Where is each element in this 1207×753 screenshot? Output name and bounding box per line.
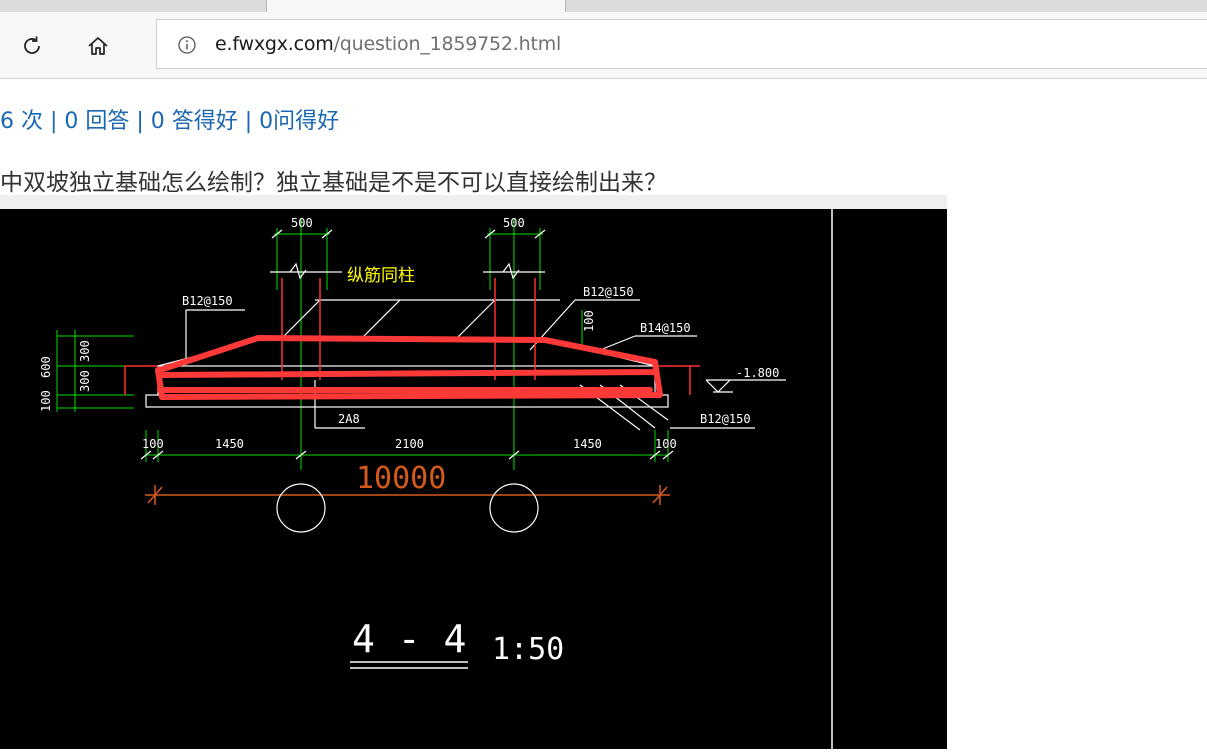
elevation-label: -1.800 [736, 366, 779, 380]
dim-100-left: 100 [142, 437, 164, 451]
dim-100-height: 100 [582, 310, 596, 332]
dim-100-base: 100 [39, 390, 53, 412]
rebar-note: 纵筋同柱 [347, 266, 415, 286]
cad-drawing: 500 500 B12@150 B12@150 B14@150 B12@150 … [0, 209, 947, 749]
question-image: 500 500 B12@150 B12@150 B14@150 B12@150 … [0, 195, 947, 749]
active-tab[interactable] [266, 0, 566, 12]
home-icon [88, 37, 108, 55]
refresh-icon [24, 36, 40, 54]
dim-100-right: 100 [655, 437, 677, 451]
url-text[interactable]: e.fwxgx.com/question_1859752.html [215, 33, 561, 55]
total-dimension: 10000 [356, 461, 446, 496]
highlight-stroke [155, 335, 663, 400]
drawing-labels: 500 500 B12@150 B12@150 B14@150 B12@150 … [39, 216, 779, 451]
dim-2100: 2100 [395, 437, 424, 451]
url-host: e.fwxgx.com [215, 33, 334, 55]
dim-500-right: 500 [503, 216, 525, 230]
rebar-label-bottom: B12@150 [700, 412, 751, 426]
dim-1450-left: 1450 [215, 437, 244, 451]
section-title: 4 - 4 [352, 617, 466, 661]
info-icon[interactable] [177, 35, 197, 55]
tab-strip [0, 0, 1207, 12]
stirrup-label: 2A8 [338, 412, 360, 426]
dim-300-top: 300 [78, 340, 92, 362]
url-path: /question_1859752.html [333, 33, 562, 55]
question-stats[interactable]: 6 次 | 0 回答 | 0 答得好 | 0问得好 [0, 103, 339, 135]
rebar-label-b14: B14@150 [640, 321, 691, 335]
dim-500-left: 500 [291, 216, 313, 230]
section-scale: 1:50 [492, 632, 564, 667]
dim-600: 600 [39, 356, 53, 378]
rebar-label-right: B12@150 [583, 285, 634, 299]
dimension-ticks [140, 229, 674, 460]
dim-1450-right: 1450 [573, 437, 602, 451]
dim-300-bottom: 300 [78, 370, 92, 392]
address-bar[interactable]: e.fwxgx.com/question_1859752.html [156, 19, 1207, 69]
rebar-label-left: B12@150 [182, 294, 233, 308]
cad-canvas: 500 500 B12@150 B12@150 B14@150 B12@150 … [39, 209, 833, 749]
home-button[interactable] [82, 30, 114, 62]
refresh-button[interactable] [16, 30, 48, 62]
question-title: 中双坡独立基础怎么绘制？独立基础是不是不可以直接绘制出来？ [0, 170, 667, 196]
browser-toolbar: e.fwxgx.com/question_1859752.html [0, 12, 1207, 79]
